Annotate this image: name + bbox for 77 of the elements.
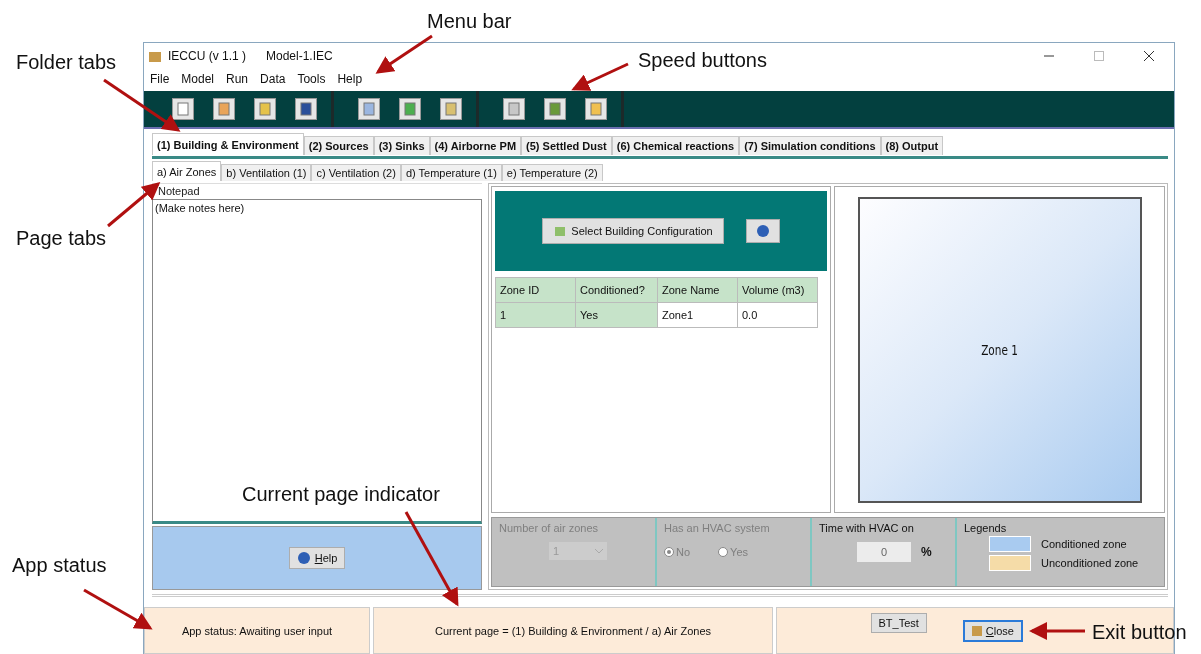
menu-item[interactable]: Tools xyxy=(297,72,326,86)
callout-arrow xyxy=(1029,622,1085,640)
app-icon xyxy=(148,49,162,63)
callout-label: Folder tabs xyxy=(16,51,117,74)
hvac-time-field[interactable]: 0 xyxy=(857,542,911,562)
menu-item[interactable]: Data xyxy=(260,72,286,86)
page-tab[interactable]: d) Temperature (1) xyxy=(400,164,502,181)
app-status: App status: Awaiting user input xyxy=(181,624,333,637)
table-cell: Yes xyxy=(575,302,658,328)
close-button[interactable]: Close xyxy=(962,619,1023,642)
speed-button[interactable] xyxy=(172,98,194,120)
callout-arrow xyxy=(83,588,153,630)
column-header: Conditioned? xyxy=(575,277,658,303)
hvac-label: Has an HVAC system xyxy=(664,522,771,534)
menu-item[interactable]: File xyxy=(150,72,170,86)
page-tab[interactable]: a) Air Zones xyxy=(152,161,222,181)
column-header: Zone Name xyxy=(657,277,738,303)
caret-icon xyxy=(595,548,603,554)
callout-label: Exit button xyxy=(1092,621,1187,644)
toolbar-icon xyxy=(548,102,562,116)
folder-tab[interactable]: (3) Sinks xyxy=(373,136,430,155)
legends-label: Legends xyxy=(964,522,1008,534)
speed-button[interactable] xyxy=(399,98,421,120)
menu-item[interactable]: Model xyxy=(181,72,215,86)
folder-tab[interactable]: (6) Chemical reactions xyxy=(611,136,740,155)
callout-arrow xyxy=(571,62,629,91)
maximize-icon xyxy=(1094,51,1104,61)
folder-tab[interactable]: (7) Simulation conditions xyxy=(739,136,881,155)
zones-label: Number of air zones xyxy=(499,522,600,534)
callout-label: Current page indicator xyxy=(242,483,440,506)
page-tab[interactable]: e) Temperature (2) xyxy=(501,164,603,181)
table-cell: 0.0 xyxy=(737,302,818,328)
folder-tab[interactable]: (5) Settled Dust xyxy=(521,136,612,155)
toolbar-icon xyxy=(362,102,376,116)
help-icon-button[interactable] xyxy=(745,219,780,243)
folder-tab[interactable]: (4) Airborne PM xyxy=(429,136,522,155)
percent-unit: % xyxy=(921,545,932,559)
legend-label: Unconditioned zone xyxy=(1041,557,1139,569)
toolbar-icon xyxy=(507,102,521,116)
current-page: Current page = (1) Building & Environment / a) Air Zones xyxy=(434,624,712,637)
toolbar-icon xyxy=(444,102,458,116)
menu-item[interactable]: Run xyxy=(226,72,249,86)
help-icon xyxy=(296,551,311,565)
callout-arrow xyxy=(375,34,433,74)
notepad-label: Notepad xyxy=(157,185,201,197)
help-icon xyxy=(755,224,770,238)
toolbar-icon xyxy=(299,102,313,116)
callout-label: Menu bar xyxy=(427,10,512,33)
callout-label: Speed buttons xyxy=(638,49,767,72)
toolbar-icon xyxy=(258,102,272,116)
toolbar-icon xyxy=(403,102,417,116)
folder-tab[interactable]: (1) Building & Environment xyxy=(152,133,304,155)
minimize-icon xyxy=(1044,55,1054,57)
toolbar-icon xyxy=(217,102,231,116)
hvac-time-label: Time with HVAC on xyxy=(819,522,915,534)
speed-button[interactable] xyxy=(295,98,317,120)
page-tab[interactable]: b) Ventilation (1) xyxy=(221,164,312,181)
toolbar-icon xyxy=(589,102,603,116)
callout-label: Page tabs xyxy=(16,227,107,250)
help-button[interactable]: Help xyxy=(288,547,346,569)
close-icon xyxy=(1144,51,1154,61)
folder-tab[interactable]: (2) Sources xyxy=(303,136,374,155)
test-button[interactable]: BT_Test xyxy=(870,612,927,633)
column-header: Volume (m3) xyxy=(737,277,818,303)
window-title: IECCU (v 1.1 ) xyxy=(168,49,246,63)
page-tab[interactable]: c) Ventilation (2) xyxy=(311,164,401,181)
column-header: Zone ID xyxy=(495,277,576,303)
menu-item[interactable]: Help xyxy=(337,72,363,86)
toolbar-icon xyxy=(176,102,190,116)
callout-label: App status xyxy=(12,554,107,577)
select-configuration-button[interactable]: Select Building Configuration xyxy=(542,218,724,244)
folder-tab[interactable]: (8) Output xyxy=(880,136,944,155)
speed-button[interactable] xyxy=(544,98,566,120)
legend-label: Conditioned zone xyxy=(1041,538,1127,550)
file-name: Model-1.IEC xyxy=(266,49,333,63)
zone-label: Zone 1 xyxy=(981,341,1018,358)
table-cell: 1 xyxy=(495,302,576,328)
